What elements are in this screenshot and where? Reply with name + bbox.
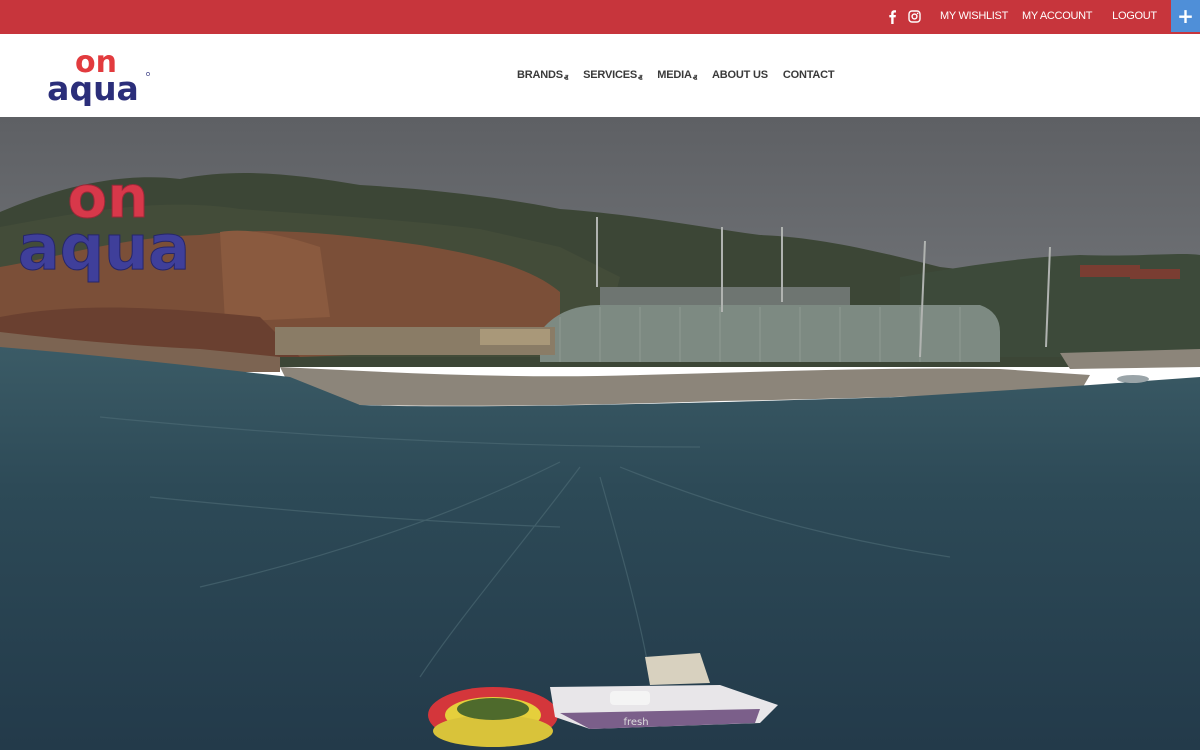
- hero-video[interactable]: fresh on aqua: [0, 117, 1200, 750]
- wishlist-link[interactable]: MY WISHLIST: [940, 10, 1008, 22]
- chevron-down-icon: ⱏ: [692, 73, 697, 83]
- logout-link[interactable]: LOGOUT: [1112, 10, 1157, 22]
- nav-media[interactable]: MEDIA ⱏ: [657, 69, 697, 83]
- main-nav: BRANDS ⱏ SERVICES ⱏ MEDIA ⱏ ABOUT US CON…: [517, 69, 849, 83]
- nav-about-us-label: ABOUT US: [712, 69, 768, 81]
- my-account-link[interactable]: MY ACCOUNT: [1022, 10, 1092, 22]
- site-header: on aqua BRANDS ⱏ SERVICES ⱏ MEDIA ⱏ ABOU…: [0, 34, 1200, 117]
- hero-scene: fresh on aqua: [0, 117, 1200, 750]
- top-bar: MY WISHLIST MY ACCOUNT LOGOUT +: [0, 0, 1200, 34]
- boat-name-text: fresh: [623, 717, 648, 728]
- chevron-down-icon: ⱏ: [637, 73, 643, 83]
- nav-services[interactable]: SERVICES ⱏ: [583, 69, 643, 83]
- hero-logo-bottom-text: aqua: [18, 211, 190, 284]
- plus-icon[interactable]: +: [1171, 0, 1200, 32]
- account-links: MY WISHLIST MY ACCOUNT LOGOUT: [940, 10, 1171, 22]
- nav-brands-label: BRANDS: [517, 69, 563, 81]
- chevron-down-icon: ⱏ: [563, 73, 569, 83]
- instagram-icon[interactable]: [908, 9, 921, 24]
- nav-services-label: SERVICES: [583, 69, 637, 81]
- facebook-icon[interactable]: [886, 9, 899, 24]
- social-links: [886, 9, 921, 24]
- site-logo[interactable]: on aqua: [40, 45, 152, 108]
- nav-media-label: MEDIA: [657, 69, 692, 81]
- logo-bottom-text: aqua: [47, 69, 139, 106]
- nav-brands[interactable]: BRANDS ⱏ: [517, 69, 569, 83]
- nav-contact-label: CONTACT: [782, 69, 835, 81]
- nav-about-us[interactable]: ABOUT US: [712, 69, 768, 81]
- nav-contact[interactable]: CONTACT: [783, 69, 835, 81]
